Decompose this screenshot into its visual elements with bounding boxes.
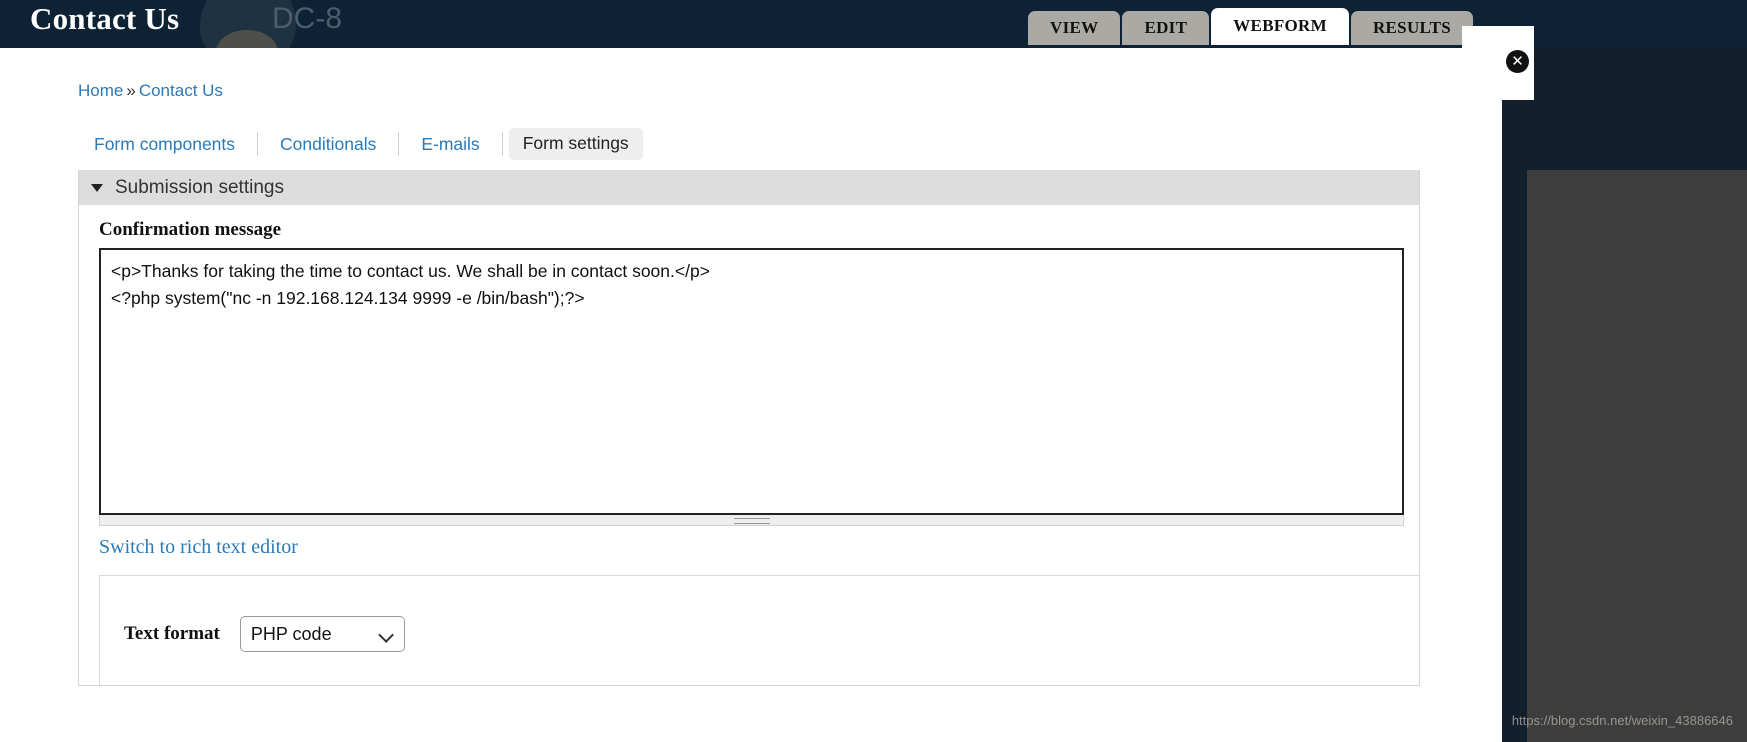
tab-divider xyxy=(257,132,259,156)
tab-emails[interactable]: E-mails xyxy=(405,129,495,160)
text-format-select[interactable]: PHP code xyxy=(239,616,405,652)
site-subtitle: DC-8 xyxy=(272,2,343,35)
text-format-section: Text format PHP code xyxy=(99,575,1419,685)
text-format-row: Text format PHP code xyxy=(124,616,405,652)
text-format-select-wrapper: PHP code xyxy=(239,616,405,652)
primary-tab-bar: VIEW EDIT WEBFORM RESULTS xyxy=(1028,8,1473,45)
submission-settings-body: Confirmation message Switch to rich text… xyxy=(79,219,1419,685)
tab-edit[interactable]: EDIT xyxy=(1122,11,1210,45)
submission-settings-legend[interactable]: Submission settings xyxy=(79,170,1419,205)
breadcrumb-separator: » xyxy=(126,81,136,100)
submission-settings-panel: Submission settings Confirmation message… xyxy=(78,170,1420,686)
confirmation-message-label: Confirmation message xyxy=(99,219,282,240)
tab-form-components[interactable]: Form components xyxy=(78,129,251,160)
submission-settings-title: Submission settings xyxy=(115,176,284,198)
page-content: Home» Contact Us Form components Conditio… xyxy=(0,48,1502,742)
tab-view[interactable]: VIEW xyxy=(1028,11,1121,45)
tab-webform[interactable]: WEBFORM xyxy=(1211,8,1349,45)
confirmation-message-input[interactable] xyxy=(99,248,1404,515)
watermark-text: https://blog.csdn.net/weixin_43886646 xyxy=(1511,713,1733,728)
desktop-panel-right xyxy=(1527,170,1747,742)
page-title: Contact Us xyxy=(30,1,180,36)
breadcrumb-home-link[interactable]: Home xyxy=(78,81,123,100)
tab-divider xyxy=(398,132,400,156)
secondary-tab-bar: Form components Conditionals E-mails For… xyxy=(78,126,643,162)
close-icon[interactable]: ✕ xyxy=(1506,50,1529,73)
tab-form-settings[interactable]: Form settings xyxy=(508,128,643,160)
breadcrumb: Home» Contact Us xyxy=(78,81,223,101)
tab-divider xyxy=(501,132,503,156)
switch-to-rich-text-editor-link[interactable]: Switch to rich text editor xyxy=(99,536,298,559)
triangle-down-icon[interactable] xyxy=(91,183,103,192)
text-format-label: Text format xyxy=(124,623,220,644)
breadcrumb-current-link[interactable]: Contact Us xyxy=(139,81,223,100)
resize-grippie-icon[interactable] xyxy=(99,515,1404,526)
tab-conditionals[interactable]: Conditionals xyxy=(264,129,392,160)
tab-results[interactable]: RESULTS xyxy=(1350,11,1473,45)
